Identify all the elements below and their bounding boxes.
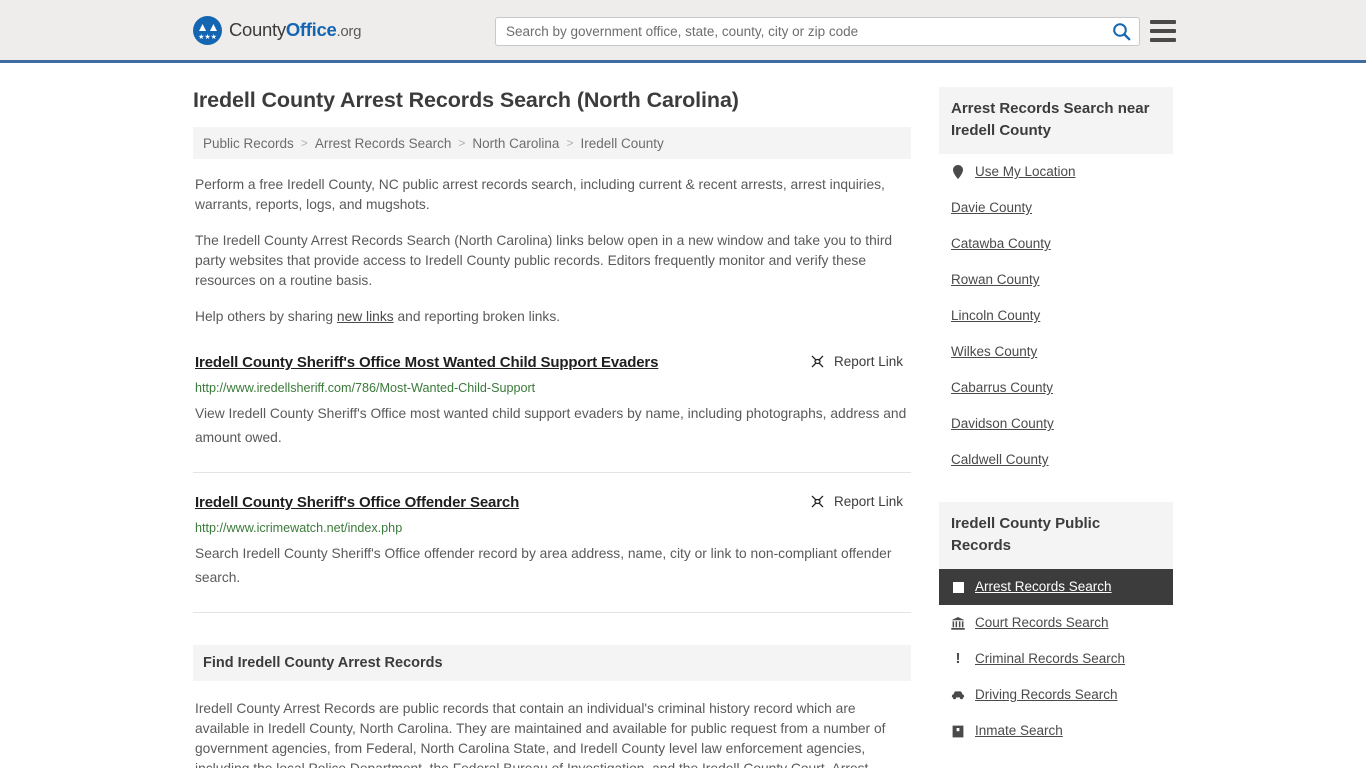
result-item: Iredell County Sheriff's Office Offender… (193, 473, 911, 613)
logo-tld-text: .org (336, 23, 362, 40)
intro-paragraph-2: The Iredell County Arrest Records Search… (195, 233, 893, 288)
new-links-link[interactable]: new links (337, 309, 394, 324)
result-title-link[interactable]: Iredell County Sheriff's Office Offender… (195, 493, 519, 513)
site-logo[interactable]: ▲▲ ★★★ CountyOffice.org (193, 15, 361, 45)
search-input[interactable] (496, 18, 1103, 45)
sidebar: Arrest Records Search near Iredell Count… (939, 63, 1173, 749)
sidebar-item-label: Davidson County (951, 416, 1054, 431)
nearby-searches-heading: Arrest Records Search near Iredell Count… (939, 87, 1173, 154)
sidebar-item-rowan-county[interactable]: Rowan County (939, 262, 1173, 298)
share-text-before: Help others by sharing (195, 309, 337, 324)
result-url[interactable]: http://www.iredellsheriff.com/786/Most-W… (195, 380, 909, 396)
sidebar-item-label: Criminal Records Search (975, 651, 1126, 666)
hamburger-menu-button[interactable] (1150, 20, 1176, 42)
sidebar-item-label: Driving Records Search (975, 687, 1118, 702)
sidebar-item-label: Rowan County (951, 272, 1040, 287)
site-search (495, 17, 1140, 46)
hamburger-bar-3 (1150, 38, 1176, 42)
breadcrumb-item-arrest-records-search[interactable]: Arrest Records Search (315, 136, 452, 151)
result-list: Iredell County Sheriff's Office Most Wan… (193, 353, 911, 613)
nearby-county-list: Use My Location Davie County Catawba Cou… (939, 154, 1173, 478)
county-office-badge-icon: ▲▲ ★★★ (193, 15, 222, 45)
sidebar-item-inmate-search[interactable]: Inmate Search (939, 713, 1173, 749)
result-title-link[interactable]: Iredell County Sheriff's Office Most Wan… (195, 353, 658, 373)
intro-paragraph-3: Help others by sharing new links and rep… (195, 307, 909, 327)
sidebar-item-label: Inmate Search (975, 723, 1063, 738)
find-records-heading: Find Iredell County Arrest Records (193, 645, 911, 681)
sidebar-item-cabarrus-county[interactable]: Cabarrus County (939, 370, 1173, 406)
search-button[interactable] (1103, 18, 1139, 45)
logo-wordmark: CountyOffice.org (229, 19, 361, 41)
sidebar-item-catawba-county[interactable]: Catawba County (939, 226, 1173, 262)
search-icon (1112, 23, 1130, 41)
sidebar-item-label: Court Records Search (975, 615, 1109, 630)
public-records-list: Arrest Records Search Court Records Sear… (939, 569, 1173, 749)
car-icon (951, 690, 965, 700)
map-pin-icon (951, 165, 965, 179)
breadcrumb: Public Records > Arrest Records Search >… (193, 127, 911, 159)
sidebar-item-label: Lincoln County (951, 308, 1041, 323)
jail-building-icon (951, 725, 965, 738)
sidebar-item-arrest-records-search[interactable]: Arrest Records Search (939, 569, 1173, 605)
sidebar-item-davidson-county[interactable]: Davidson County (939, 406, 1173, 442)
broken-link-icon (811, 495, 824, 508)
breadcrumb-separator: > (566, 136, 574, 150)
sidebar-item-label: Use My Location (975, 164, 1076, 179)
exclamation-icon: ! (955, 650, 961, 667)
find-records-section: Find Iredell County Arrest Records Irede… (193, 645, 911, 768)
sidebar-item-label: Caldwell County (951, 452, 1049, 467)
intro-paragraph-1: Perform a free Iredell County, NC public… (195, 177, 885, 212)
sidebar-item-use-my-location[interactable]: Use My Location (939, 154, 1173, 190)
sidebar-item-label: Wilkes County (951, 344, 1038, 359)
result-description: View Iredell County Sheriff's Office mos… (195, 406, 907, 445)
breadcrumb-item-iredell-county[interactable]: Iredell County (580, 136, 663, 151)
courthouse-icon (951, 616, 965, 630)
breadcrumb-separator: > (300, 136, 308, 150)
logo-county-text: County (229, 19, 286, 40)
result-url[interactable]: http://www.icrimewatch.net/index.php (195, 520, 909, 536)
breadcrumb-separator: > (458, 136, 466, 150)
white-square-icon (951, 581, 965, 593)
breadcrumb-item-public-records[interactable]: Public Records (203, 136, 294, 151)
share-text-after: and reporting broken links. (393, 309, 561, 324)
result-description: Search Iredell County Sheriff's Office o… (195, 546, 892, 585)
page-title: Iredell County Arrest Records Search (No… (193, 88, 739, 112)
find-records-body: Iredell County Arrest Records are public… (195, 701, 886, 768)
site-header: ▲▲ ★★★ CountyOffice.org (0, 0, 1366, 63)
sidebar-item-driving-records-search[interactable]: Driving Records Search (939, 677, 1173, 713)
main-content: Iredell County Arrest Records Search (No… (193, 63, 911, 768)
nearby-searches-box: Arrest Records Search near Iredell Count… (939, 87, 1173, 478)
eagle-wings-icon: ▲▲ (196, 19, 220, 34)
hamburger-bar-2 (1150, 29, 1176, 33)
public-records-box: Iredell County Public Records Arrest Rec… (939, 502, 1173, 749)
sidebar-item-court-records-search[interactable]: Court Records Search (939, 605, 1173, 641)
sidebar-item-label: Arrest Records Search (975, 579, 1112, 594)
page-container: Iredell County Arrest Records Search (No… (0, 63, 1366, 768)
sidebar-item-davie-county[interactable]: Davie County (939, 190, 1173, 226)
sidebar-item-label: Cabarrus County (951, 380, 1054, 395)
sidebar-item-lincoln-county[interactable]: Lincoln County (939, 298, 1173, 334)
report-link-button[interactable]: Report Link (810, 354, 903, 369)
intro-text: Perform a free Iredell County, NC public… (193, 175, 911, 327)
sidebar-item-wilkes-county[interactable]: Wilkes County (939, 334, 1173, 370)
report-link-label: Report Link (833, 494, 903, 509)
three-stars-icon: ★★★ (198, 33, 217, 41)
broken-link-icon (811, 355, 824, 368)
report-link-button[interactable]: Report Link (810, 494, 903, 509)
sidebar-item-label: Davie County (951, 200, 1033, 215)
report-link-label: Report Link (833, 354, 903, 369)
sidebar-item-criminal-records-search[interactable]: ! Criminal Records Search (939, 641, 1173, 677)
result-item: Iredell County Sheriff's Office Most Wan… (193, 353, 911, 473)
sidebar-item-label: Catawba County (951, 236, 1051, 251)
public-records-heading: Iredell County Public Records (939, 502, 1173, 569)
breadcrumb-item-north-carolina[interactable]: North Carolina (472, 136, 559, 151)
sidebar-item-caldwell-county[interactable]: Caldwell County (939, 442, 1173, 478)
logo-office-text: Office (285, 19, 337, 40)
hamburger-bar-1 (1150, 20, 1176, 24)
